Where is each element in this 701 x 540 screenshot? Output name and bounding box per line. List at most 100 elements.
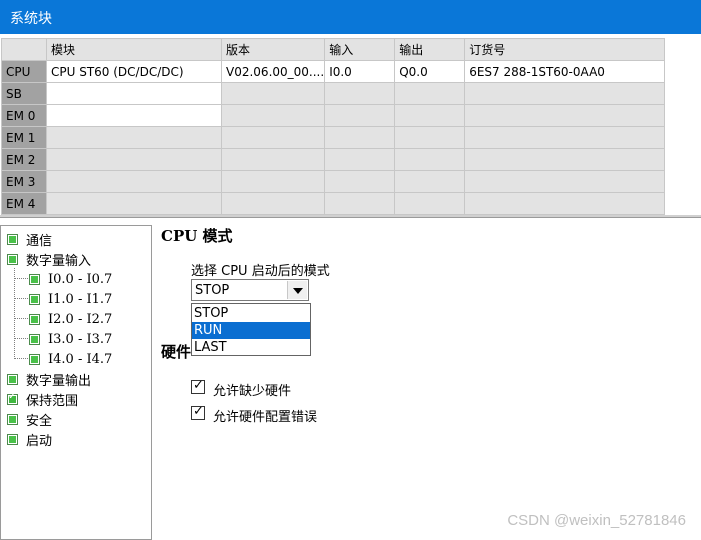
option-stop[interactable]: STOP xyxy=(192,305,310,322)
window-title: 系统块 xyxy=(0,0,701,34)
column-header-output[interactable]: 输出 xyxy=(394,38,466,61)
tree-item-retentive-ranges[interactable]: 保持范围 xyxy=(7,389,78,409)
slot-cell: EM 3 xyxy=(1,170,47,193)
table-row-cpu[interactable]: CPU CPU ST60 (DC/DC/DC) V02.06.00_00....… xyxy=(1,60,666,83)
column-header-slot xyxy=(1,38,47,61)
tree-connector-line xyxy=(15,278,28,279)
slot-cell: CPU xyxy=(1,60,47,83)
tree-connector-line xyxy=(15,298,28,299)
status-box-icon xyxy=(7,373,18,385)
module-cell[interactable]: CPU ST60 (DC/DC/DC) xyxy=(46,60,222,83)
table-row-em2[interactable]: EM 2 xyxy=(1,148,666,171)
tree-item-i0[interactable]: I0.0 - I0.7 xyxy=(29,269,112,289)
hardware-title: 硬件 xyxy=(161,343,192,361)
tree-item-label: 通信 xyxy=(26,233,53,249)
status-box-icon xyxy=(7,253,18,265)
input-cell xyxy=(324,82,396,105)
output-cell xyxy=(394,104,466,127)
tree-connector-line xyxy=(15,358,28,359)
version-cell: V02.06.00_00.... xyxy=(220,60,326,83)
input-cell xyxy=(324,148,396,171)
tree-item-label: I4.0 - I4.7 xyxy=(48,351,113,367)
tree-item-label: I1.0 - I1.7 xyxy=(48,291,113,307)
table-row-em4[interactable]: EM 4 xyxy=(1,192,666,215)
tree-item-label: I3.0 - I3.7 xyxy=(48,331,113,347)
version-cell xyxy=(220,126,326,149)
chevron-down-icon[interactable] xyxy=(287,281,307,299)
output-cell: Q0.0 xyxy=(394,60,466,83)
table-row-em1[interactable]: EM 1 xyxy=(1,126,666,149)
tree-item-label: 保持范围 xyxy=(26,393,79,409)
output-cell xyxy=(394,192,466,215)
hardware-config-table-area: 模块 版本 输入 输出 订货号 CPU CPU ST60 (DC/DC/DC) … xyxy=(0,34,701,215)
tree-item-label: I2.0 - I2.7 xyxy=(48,311,113,327)
tree-item-i1[interactable]: I1.0 - I1.7 xyxy=(29,289,112,309)
tree-connector-line xyxy=(14,268,15,359)
hardware-config-table: 模块 版本 输入 输出 订货号 CPU CPU ST60 (DC/DC/DC) … xyxy=(1,38,666,215)
option-last[interactable]: LAST xyxy=(192,339,310,356)
startup-mode-select[interactable]: STOP xyxy=(191,279,309,301)
order-number-cell: 6ES7 288-1ST60-0AA0 xyxy=(464,60,666,83)
module-cell[interactable] xyxy=(46,148,222,171)
allow-hardware-config-error-checkbox[interactable] xyxy=(191,404,205,420)
table-row-em0[interactable]: EM 0 xyxy=(1,104,666,127)
startup-mode-dropdown: STOP RUN LAST xyxy=(191,303,311,356)
output-cell xyxy=(394,148,466,171)
table-row-sb[interactable]: SB xyxy=(1,82,666,105)
status-box-icon xyxy=(29,313,40,325)
tree-item-label: I0.0 - I0.7 xyxy=(48,271,113,287)
allow-hardware-config-error-label: 允许硬件配置错误 xyxy=(213,410,318,425)
input-cell xyxy=(324,192,396,215)
slot-cell: EM 0 xyxy=(1,104,47,127)
order-number-cell xyxy=(464,170,666,193)
cpu-mode-title: CPU 模式 xyxy=(161,227,233,245)
table-row-em3[interactable]: EM 3 xyxy=(1,170,666,193)
module-cell[interactable] xyxy=(46,126,222,149)
order-number-cell xyxy=(464,148,666,171)
module-cell[interactable] xyxy=(46,82,222,105)
option-run[interactable]: RUN xyxy=(192,322,310,339)
allow-missing-hardware-checkbox[interactable] xyxy=(191,378,205,394)
order-number-cell xyxy=(464,192,666,215)
status-box-icon xyxy=(29,273,40,285)
tree-item-label: 启动 xyxy=(26,433,53,449)
column-header-version[interactable]: 版本 xyxy=(220,38,326,61)
tree-item-security[interactable]: 安全 xyxy=(7,409,52,429)
column-header-module[interactable]: 模块 xyxy=(46,38,222,61)
tree-item-startup[interactable]: 启动 xyxy=(7,429,52,449)
tree-item-label: 安全 xyxy=(26,413,53,429)
settings-tree: 通信 数字量输入 I0.0 - I0.7 I1.0 - I1.7 I2.0 - … xyxy=(0,225,152,540)
order-number-cell xyxy=(464,126,666,149)
tree-item-label: 数字量输入 xyxy=(26,253,92,269)
input-cell: I0.0 xyxy=(324,60,396,83)
module-cell[interactable] xyxy=(46,170,222,193)
module-cell[interactable] xyxy=(46,104,222,127)
version-cell xyxy=(220,170,326,193)
tree-item-i4[interactable]: I4.0 - I4.7 xyxy=(29,349,112,369)
status-box-icon xyxy=(29,293,40,305)
slot-cell: SB xyxy=(1,82,47,105)
output-cell xyxy=(394,126,466,149)
status-box-icon xyxy=(29,353,40,365)
tree-item-digital-input[interactable]: 数字量输入 xyxy=(7,249,91,269)
checked-box-icon xyxy=(7,391,18,405)
module-cell[interactable] xyxy=(46,192,222,215)
slot-cell: EM 1 xyxy=(1,126,47,149)
status-box-icon xyxy=(7,433,18,445)
pane-splitter[interactable] xyxy=(0,215,701,218)
input-cell xyxy=(324,170,396,193)
output-cell xyxy=(394,82,466,105)
column-header-input[interactable]: 输入 xyxy=(324,38,396,61)
version-cell xyxy=(220,148,326,171)
tree-item-communication[interactable]: 通信 xyxy=(7,229,52,249)
tree-item-i2[interactable]: I2.0 - I2.7 xyxy=(29,309,112,329)
column-header-order-number[interactable]: 订货号 xyxy=(464,38,666,61)
tree-item-digital-output[interactable]: 数字量输出 xyxy=(7,369,91,389)
status-box-icon xyxy=(7,233,18,245)
version-cell xyxy=(220,104,326,127)
watermark-text: CSDN @weixin_52781846 xyxy=(507,512,686,529)
tree-item-i3[interactable]: I3.0 - I3.7 xyxy=(29,329,112,349)
slot-cell: EM 4 xyxy=(1,192,47,215)
status-box-icon xyxy=(7,413,18,425)
input-cell xyxy=(324,126,396,149)
